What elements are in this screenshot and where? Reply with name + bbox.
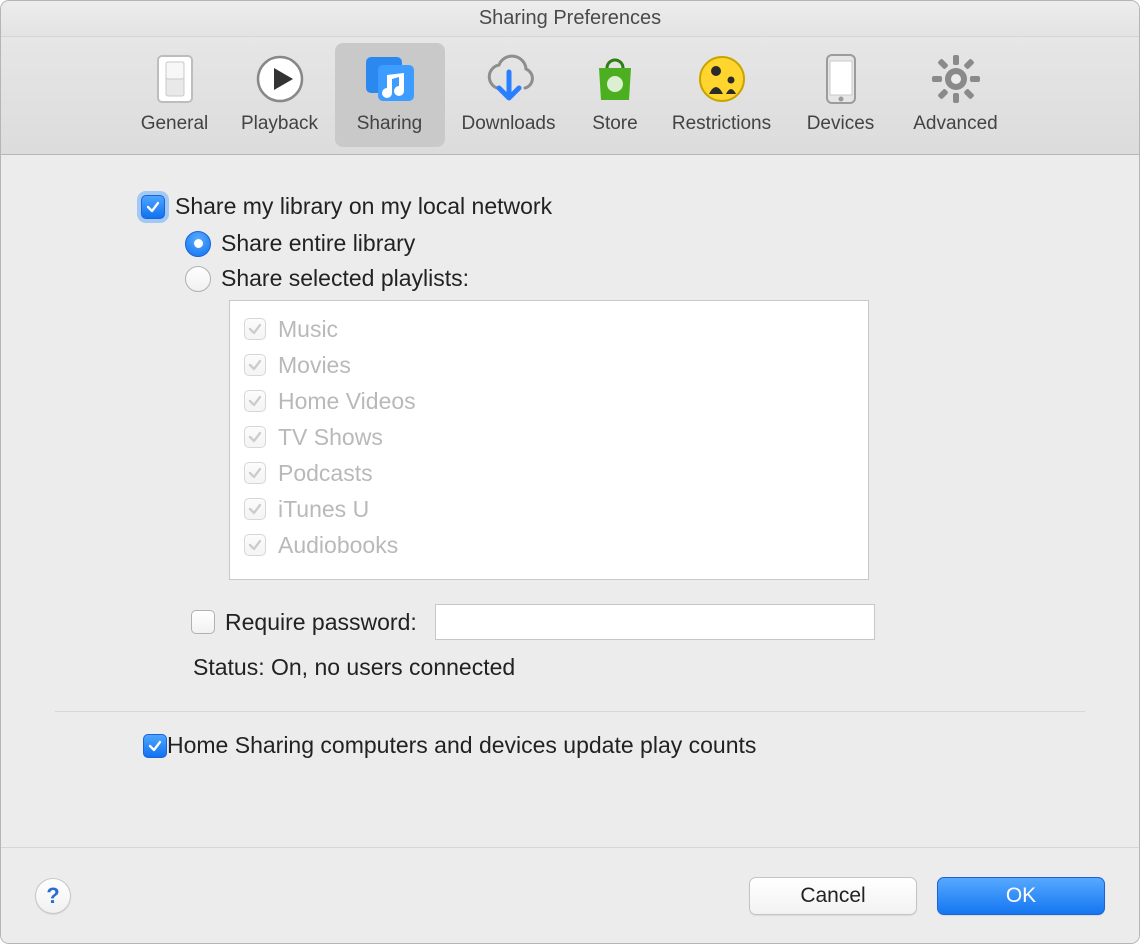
share-library-checkbox[interactable]	[141, 195, 165, 219]
play-icon	[250, 51, 310, 107]
tab-label: Playback	[241, 113, 318, 135]
divider	[55, 711, 1085, 712]
gear-icon	[926, 51, 986, 107]
require-password-checkbox[interactable]	[191, 610, 215, 634]
dialog-footer: ? Cancel OK	[1, 847, 1139, 943]
window-titlebar: Sharing Preferences	[1, 1, 1139, 37]
playlist-item: Audiobooks	[244, 527, 854, 563]
share-library-row: Share my library on my local network	[141, 193, 1085, 220]
shopping-bag-icon	[585, 51, 645, 107]
playlist-label: Home Videos	[278, 388, 416, 415]
playlist-checkbox	[244, 390, 266, 412]
playlist-checkbox	[244, 462, 266, 484]
tab-label: Downloads	[462, 113, 556, 135]
scrollbar[interactable]	[846, 301, 866, 579]
cloud-download-icon	[479, 51, 539, 107]
window-title: Sharing Preferences	[479, 7, 661, 30]
sharing-pane: Share my library on my local network Sha…	[1, 155, 1139, 847]
playlist-label: Podcasts	[278, 460, 373, 487]
password-field[interactable]	[435, 604, 875, 640]
tab-label: Store	[592, 113, 637, 135]
playlist-item: Home Videos	[244, 383, 854, 419]
home-sharing-label: Home Sharing computers and devices updat…	[167, 732, 756, 759]
tab-store[interactable]: Store	[573, 43, 658, 147]
switch-icon	[145, 51, 205, 107]
share-mode-selected-row: Share selected playlists:	[185, 265, 1085, 292]
playlist-label: iTunes U	[278, 496, 369, 523]
playlist-label: Music	[278, 316, 338, 343]
playlist-checkbox	[244, 534, 266, 556]
share-library-label: Share my library on my local network	[175, 193, 552, 220]
share-entire-label: Share entire library	[221, 230, 415, 257]
ok-button[interactable]: OK	[937, 877, 1105, 915]
share-selected-radio[interactable]	[185, 266, 211, 292]
playlist-checkbox	[244, 354, 266, 376]
playlists-listbox[interactable]: Music Movies Home Videos TV Shows Podcas…	[229, 300, 869, 580]
playlist-checkbox	[244, 498, 266, 520]
music-share-icon	[360, 51, 420, 107]
share-selected-label: Share selected playlists:	[221, 265, 469, 292]
cancel-label: Cancel	[800, 884, 865, 908]
phone-icon	[811, 51, 871, 107]
help-button[interactable]: ?	[35, 878, 71, 914]
require-password-row: Require password:	[191, 604, 1085, 640]
cancel-button[interactable]: Cancel	[749, 877, 917, 915]
tab-devices[interactable]: Devices	[786, 43, 896, 147]
playlist-item: TV Shows	[244, 419, 854, 455]
tab-label: Advanced	[913, 113, 998, 135]
playlist-item: Movies	[244, 347, 854, 383]
tab-advanced[interactable]: Advanced	[896, 43, 1016, 147]
preferences-window: Sharing Preferences General	[0, 0, 1140, 944]
playlist-label: Movies	[278, 352, 351, 379]
playlist-checkbox	[244, 426, 266, 448]
tab-general[interactable]: General	[125, 43, 225, 147]
home-sharing-row: Home Sharing computers and devices updat…	[143, 732, 1085, 759]
help-icon: ?	[46, 883, 59, 909]
tab-restrictions[interactable]: Restrictions	[658, 43, 786, 147]
tab-downloads[interactable]: Downloads	[445, 43, 573, 147]
tab-label: General	[141, 113, 209, 135]
playlist-item: Podcasts	[244, 455, 854, 491]
ok-label: OK	[1006, 884, 1036, 908]
parental-icon	[692, 51, 752, 107]
playlist-label: TV Shows	[278, 424, 383, 451]
tab-label: Restrictions	[672, 113, 771, 135]
share-mode-entire-row: Share entire library	[185, 230, 1085, 257]
playlist-item: Music	[244, 311, 854, 347]
playlist-label: Audiobooks	[278, 532, 398, 559]
tab-sharing[interactable]: Sharing	[335, 43, 445, 147]
playlist-item: iTunes U	[244, 491, 854, 527]
tab-playback[interactable]: Playback	[225, 43, 335, 147]
playlist-checkbox	[244, 318, 266, 340]
require-password-label: Require password:	[225, 609, 417, 636]
share-entire-radio[interactable]	[185, 231, 211, 257]
tab-label: Devices	[807, 113, 875, 135]
home-sharing-checkbox[interactable]	[143, 734, 167, 758]
tab-label: Sharing	[357, 113, 423, 135]
status-text: Status: On, no users connected	[193, 654, 1085, 681]
toolbar-inner: General Playback	[125, 43, 1016, 147]
preferences-toolbar: General Playback	[1, 37, 1139, 155]
